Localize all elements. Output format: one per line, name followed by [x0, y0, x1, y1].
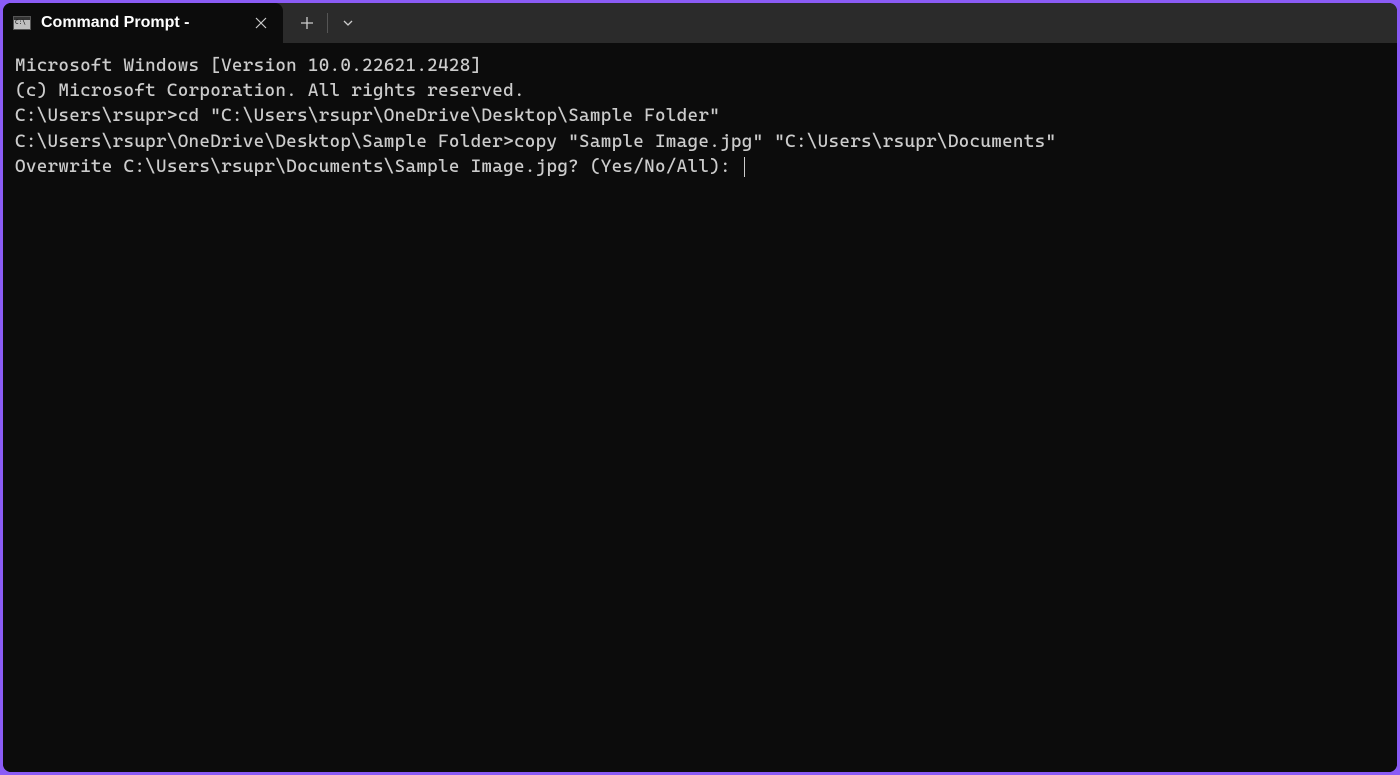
command-prompt-icon [13, 16, 31, 30]
text-cursor [744, 157, 745, 177]
titlebar-controls [283, 3, 372, 43]
output-line: C:\Users\rsupr>cd "C:\Users\rsupr\OneDri… [15, 103, 1385, 128]
close-tab-button[interactable] [251, 13, 271, 33]
output-line: C:\Users\rsupr\OneDrive\Desktop\Sample F… [15, 129, 1385, 154]
titlebar: Command Prompt - [3, 3, 1397, 43]
tab-title: Command Prompt - [41, 14, 241, 32]
close-icon [255, 17, 267, 29]
terminal-output[interactable]: Microsoft Windows [Version 10.0.22621.24… [3, 43, 1397, 772]
plus-icon [300, 16, 314, 30]
terminal-window: Command Prompt - Microsoft Windows [Vers… [3, 3, 1397, 772]
terminal-tab[interactable]: Command Prompt - [3, 3, 283, 43]
new-tab-button[interactable] [287, 7, 327, 39]
tab-dropdown-button[interactable] [328, 7, 368, 39]
chevron-down-icon [342, 17, 354, 29]
output-line: (c) Microsoft Corporation. All rights re… [15, 78, 1385, 103]
output-line: Microsoft Windows [Version 10.0.22621.24… [15, 53, 1385, 78]
prompt-line: Overwrite C:\Users\rsupr\Documents\Sampl… [15, 156, 742, 177]
